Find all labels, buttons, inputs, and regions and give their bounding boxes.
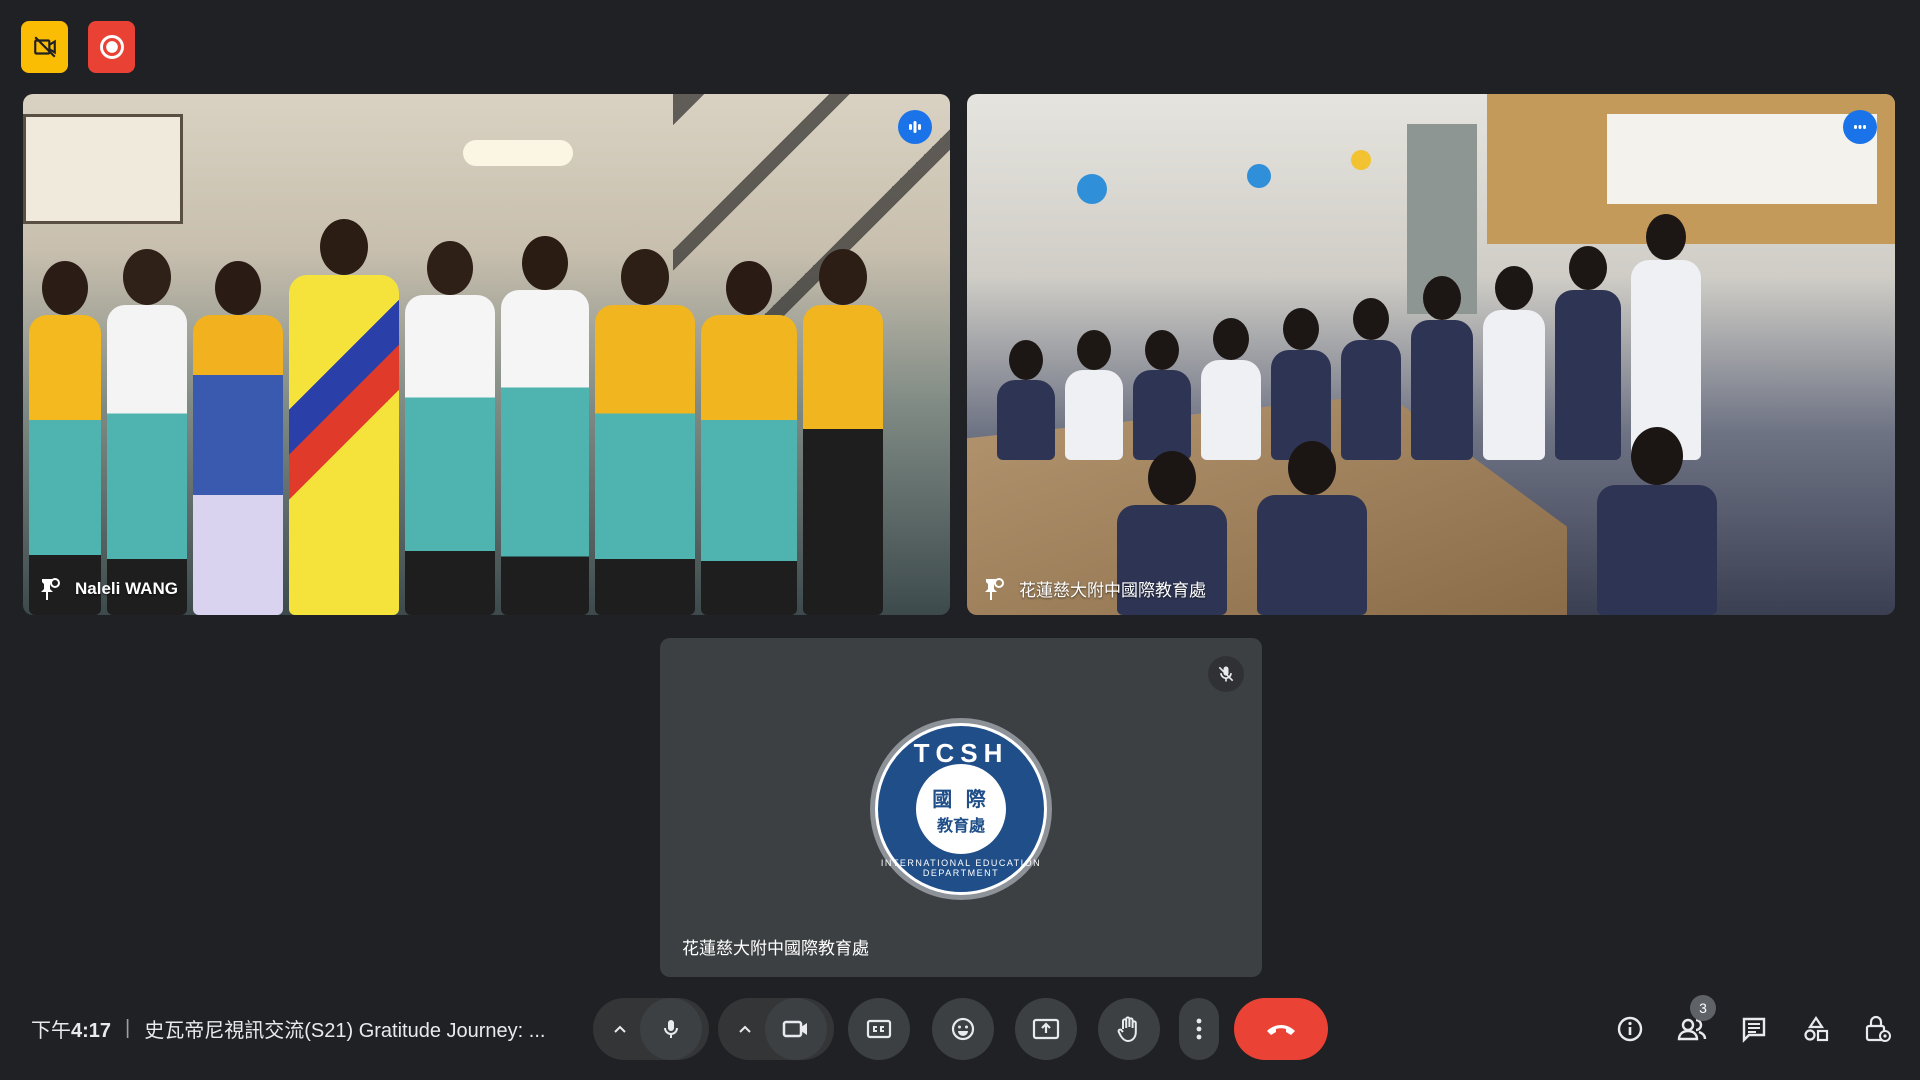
time-prefix: 下午 [31, 1020, 71, 1042]
decor-flower-1 [1077, 174, 1107, 204]
side-panel-controls: 3 [1610, 995, 1898, 1060]
activities-icon [1804, 1016, 1829, 1042]
video-options-button[interactable] [725, 998, 765, 1060]
audio-options-button[interactable] [600, 998, 640, 1060]
pin-icon[interactable] [37, 577, 61, 601]
more-options-button[interactable] [1179, 998, 1219, 1060]
chevron-up-icon [614, 1025, 626, 1033]
speaking-indicator-icon [1843, 110, 1877, 144]
logo-ring-text: INTERNATIONAL EDUCATION DEPARTMENT [880, 858, 1042, 878]
raise-hand-icon [1117, 1016, 1137, 1043]
tcsh-logo: TCSH 國 際 教育處 INTERNATIONAL EDUCATION DEP… [875, 723, 1047, 895]
captions-button[interactable] [848, 998, 910, 1060]
front-students [1117, 427, 1717, 615]
meeting-toolbar: 下午4:17 | 史瓦帝尼視訊交流(S21) Gratitude Journey… [0, 990, 1920, 1068]
people-count-badge: 3 [1690, 995, 1716, 1021]
present-icon [1032, 1018, 1060, 1040]
meeting-time: 下午4:17 [31, 1014, 111, 1043]
camera-control-group [718, 998, 834, 1060]
recording-icon [99, 35, 124, 59]
group-photo-students [29, 219, 883, 615]
camera-button[interactable] [765, 998, 827, 1060]
pin-icon[interactable] [981, 577, 1005, 601]
end-call-button[interactable] [1234, 998, 1328, 1060]
chat-icon [1742, 1017, 1766, 1043]
recording-badge[interactable] [88, 21, 135, 73]
wall-frame [23, 114, 183, 224]
speaking-indicator-icon [898, 110, 932, 144]
time-value: 4:17 [71, 1020, 112, 1042]
participant-name: 花蓮慈大附中國際教育處 [1019, 581, 1206, 600]
end-call-icon [1267, 1025, 1295, 1035]
present-screen-button[interactable] [1015, 998, 1077, 1060]
ceiling-light [463, 140, 573, 166]
participant-tile-1[interactable]: Naleli WANG [23, 94, 950, 615]
host-controls-button[interactable] [1858, 998, 1898, 1060]
decor-flower-3 [1351, 150, 1371, 170]
no-cam-badge-icon [33, 36, 56, 58]
info-icon [1617, 1016, 1643, 1042]
microphone-icon [664, 1020, 678, 1038]
logo-core-line1: 國 際 [932, 788, 990, 811]
logo-top-text: TCSH [913, 738, 1009, 768]
no-cam-badge[interactable] [21, 21, 68, 73]
camera-icon [782, 1020, 807, 1038]
chat-button[interactable] [1734, 998, 1774, 1060]
emoji-reaction-button[interactable] [932, 998, 994, 1060]
meeting-title: 史瓦帝尼視訊交流(S21) Gratitude Journey: ... [144, 1020, 546, 1042]
chevron-up-icon [739, 1025, 751, 1033]
people-button[interactable]: 3 [1672, 995, 1716, 1060]
logo-core: 國 際 教育處 [916, 764, 1006, 854]
muted-mic-icon [1208, 656, 1244, 692]
status-badges [21, 21, 135, 73]
activities-button[interactable] [1796, 998, 1836, 1060]
participant-tile-2[interactable]: 花蓮慈大附中國際教育處 [967, 94, 1895, 615]
classroom-students [997, 214, 1701, 460]
captions-icon [866, 1019, 892, 1039]
raise-hand-button[interactable] [1098, 998, 1160, 1060]
participant-name: 花蓮慈大附中國際教育處 [682, 939, 869, 958]
whiteboard [1607, 114, 1877, 204]
participant-name-tag: Naleli WANG [37, 577, 178, 601]
participant-name-tag: 花蓮慈大附中國際教育處 [981, 576, 1206, 601]
host-controls-icon [1865, 1015, 1891, 1042]
separator: | [125, 1017, 131, 1039]
emoji-icon [951, 1017, 975, 1041]
decor-flower-2 [1247, 164, 1271, 188]
logo-core-line2: 教育處 [936, 817, 985, 835]
mic-control-group [593, 998, 709, 1060]
participant-tile-3[interactable]: TCSH 國 際 教育處 INTERNATIONAL EDUCATION DEP… [660, 638, 1262, 977]
meeting-info: 下午4:17 | 史瓦帝尼視訊交流(S21) Gratitude Journey… [31, 1014, 545, 1043]
meeting-details-button[interactable] [1610, 998, 1650, 1060]
microphone-button[interactable] [640, 998, 702, 1060]
participant-name: Naleli WANG [75, 579, 178, 598]
avatar: TCSH 國 際 教育處 INTERNATIONAL EDUCATION DEP… [870, 718, 1052, 900]
more-options-icon [1196, 1018, 1202, 1040]
